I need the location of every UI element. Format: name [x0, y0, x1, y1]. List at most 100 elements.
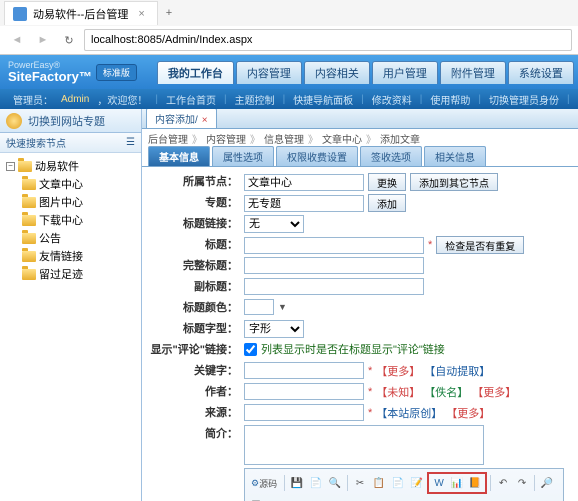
tree-item[interactable]: 友情链接 [2, 247, 139, 265]
submenu-quicknav[interactable]: 快捷导航面板 [290, 92, 356, 107]
close-tab-icon[interactable]: × [134, 8, 148, 20]
subtitle-input[interactable] [244, 278, 424, 295]
label-fulltitle: 完整标题： [150, 257, 244, 275]
tree-root[interactable]: − 动易软件 [2, 157, 139, 175]
showcomment-hint: 列表显示时是否在标题显示"评论"链接 [261, 341, 445, 357]
main-tab-add-content[interactable]: 内容添加/× [146, 109, 217, 128]
check-duplicate-button[interactable]: 检查是否有重复 [436, 236, 524, 254]
folder-icon [22, 251, 36, 262]
topmenu-content[interactable]: 内容管理 [236, 61, 302, 84]
topmenu-attachment[interactable]: 附件管理 [440, 61, 506, 84]
required-star-icon: * [368, 365, 372, 377]
submenu-home[interactable]: 工作台首页 [163, 92, 219, 107]
hint-auto-link[interactable]: 【自动提取】 [424, 363, 490, 379]
new-tab-button[interactable]: + [158, 7, 180, 19]
topmenu-user[interactable]: 用户管理 [372, 61, 438, 84]
collapse-icon[interactable]: ☰ [126, 137, 135, 148]
source-button[interactable]: ⚙源码 [247, 474, 281, 492]
project-input[interactable] [244, 195, 364, 212]
hint-more-link[interactable]: 【更多】 [376, 363, 420, 379]
submenu-switch[interactable]: 切换管理员身份 [486, 92, 562, 107]
sub-menu-bar: 管理员：Admin，欢迎您！ |工作台首页 |主题控制 |快捷导航面板 |修改资… [0, 89, 578, 109]
paste-text-icon[interactable]: 📝 [408, 474, 426, 492]
dropdown-icon[interactable]: ▼ [278, 302, 287, 312]
hint-more-link[interactable]: 【更多】 [472, 384, 516, 400]
title-input[interactable] [244, 237, 424, 254]
cut-icon[interactable]: ✂ [351, 474, 369, 492]
browser-tab[interactable]: 动易软件--后台管理 × [4, 1, 158, 25]
tab-title: 动易软件--后台管理 [33, 6, 128, 22]
save-icon[interactable]: 💾 [288, 474, 306, 492]
find-icon[interactable]: 🔎 [538, 474, 556, 492]
topmenu-workbench[interactable]: 我的工作台 [157, 61, 234, 84]
undo-icon[interactable]: ↶ [494, 474, 512, 492]
change-node-button[interactable]: 更换 [368, 173, 406, 191]
label-titlestyle: 标题字型： [150, 320, 244, 338]
label-title: 标题： [150, 236, 244, 254]
paste-icon[interactable]: 📄 [389, 474, 407, 492]
tree-item[interactable]: 文章中心 [2, 175, 139, 193]
hint-unknown-link[interactable]: 【未知】 [376, 384, 420, 400]
folder-icon [22, 179, 36, 190]
label-titlecolor: 标题颜色： [150, 299, 244, 317]
close-icon[interactable]: × [202, 115, 208, 126]
hint-anon-link[interactable]: 【佚名】 [424, 384, 468, 400]
back-button[interactable]: ◄ [6, 29, 28, 51]
add-project-button[interactable]: 添加 [368, 194, 406, 212]
switch-site-topic[interactable]: 切换到网站专题 [0, 109, 141, 133]
submenu-logout[interactable]: 安全退出 [575, 92, 578, 107]
folder-icon [18, 161, 32, 172]
itab-attribute[interactable]: 属性选项 [212, 146, 274, 166]
fulltitle-input[interactable] [244, 257, 424, 274]
copy-icon[interactable]: 📋 [370, 474, 388, 492]
titlestyle-select[interactable]: 字形 [244, 320, 304, 338]
source-input[interactable] [244, 404, 364, 421]
tree-item[interactable]: 下载中心 [2, 211, 139, 229]
showcomment-checkbox[interactable] [244, 343, 257, 356]
tree-item[interactable]: 留过足迹 [2, 265, 139, 283]
itab-related[interactable]: 相关信息 [424, 146, 486, 166]
titlelink-select[interactable]: 无 [244, 215, 304, 233]
newpage-icon[interactable]: 📄 [307, 474, 325, 492]
topmenu-content-related[interactable]: 内容相关 [304, 61, 370, 84]
hint-original-link[interactable]: 【本站原创】 [376, 405, 442, 421]
paste-word-icon[interactable]: W [430, 474, 448, 492]
keyword-input[interactable] [244, 362, 364, 379]
paste-ppt-icon[interactable]: 📙 [466, 474, 484, 492]
node-input[interactable] [244, 174, 364, 191]
itab-basic[interactable]: 基本信息 [148, 146, 210, 166]
address-input[interactable] [84, 29, 572, 51]
brand-logo: PowerEasy® SiteFactory™ [8, 61, 92, 83]
itab-sign[interactable]: 签收选项 [360, 146, 422, 166]
tree-item[interactable]: 图片中心 [2, 193, 139, 211]
submenu-profile[interactable]: 修改资料 [369, 92, 415, 107]
label-keyword: 关键字： [150, 362, 244, 380]
folder-icon [22, 197, 36, 208]
selectall-icon[interactable]: ▦ [247, 495, 265, 501]
reload-button[interactable]: ↻ [58, 29, 80, 51]
paste-excel-icon[interactable]: 📊 [448, 474, 466, 492]
label-titlelink: 标题链接： [150, 215, 244, 233]
preview-icon[interactable]: 🔍 [326, 474, 344, 492]
label-node: 所属节点： [150, 173, 244, 191]
required-star-icon: * [368, 386, 372, 398]
label-showcomment: 显示"评论"链接： [150, 341, 244, 359]
author-input[interactable] [244, 383, 364, 400]
hint-more-link[interactable]: 【更多】 [446, 405, 490, 421]
redo-icon[interactable]: ↷ [513, 474, 531, 492]
summary-textarea[interactable] [244, 425, 484, 465]
tree-toggle-icon[interactable]: − [6, 162, 15, 171]
submenu-help[interactable]: 使用帮助 [427, 92, 473, 107]
color-picker[interactable] [244, 299, 274, 315]
label-author: 作者： [150, 383, 244, 401]
forward-button[interactable]: ► [32, 29, 54, 51]
submenu-theme[interactable]: 主题控制 [232, 92, 278, 107]
itab-permission[interactable]: 权限收费设置 [276, 146, 358, 166]
rich-editor: ⚙源码 💾 📄 🔍 ✂ 📋 📄 📝 [244, 468, 564, 501]
add-other-node-button[interactable]: 添加到其它节点 [410, 173, 498, 191]
tree-item[interactable]: 公告 [2, 229, 139, 247]
required-star-icon: * [428, 239, 432, 251]
topmenu-system[interactable]: 系统设置 [508, 61, 574, 84]
edition-badge: 标准版 [96, 64, 137, 81]
side-panel-header: 快速搜索节点 ☰ [0, 133, 141, 153]
